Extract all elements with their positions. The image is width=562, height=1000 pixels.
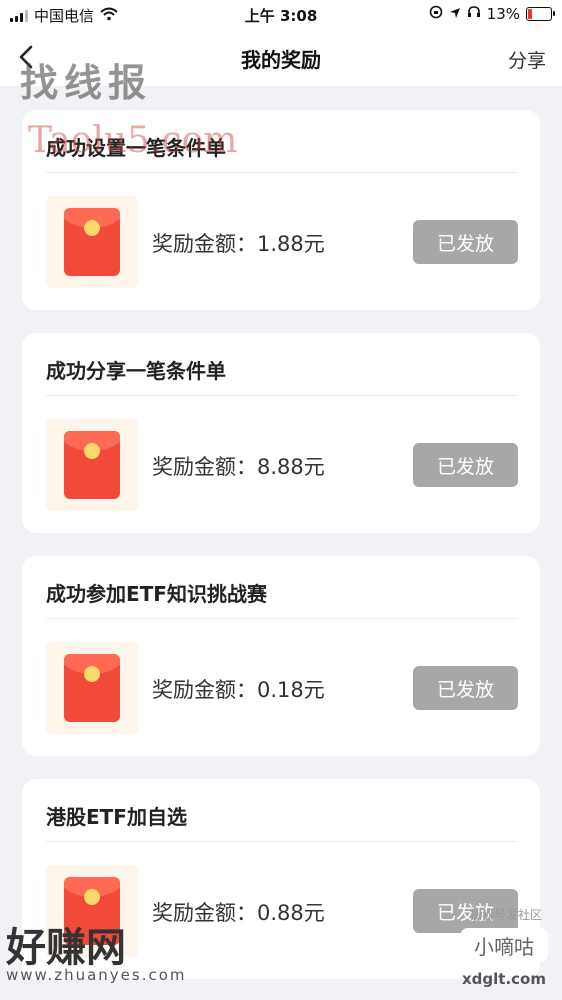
divider <box>46 395 518 396</box>
issued-status-button[interactable]: 已发放 <box>413 443 518 487</box>
share-button[interactable]: 分享 <box>508 46 546 73</box>
watermark-bottom-left-url: www.zhuanyes.com <box>6 966 187 984</box>
red-envelope-icon <box>46 642 138 734</box>
reward-amount: 奖励金额：8.88元 <box>152 451 325 481</box>
divider <box>46 841 518 842</box>
amount-value: 1.88元 <box>257 232 325 256</box>
rotation-lock-icon <box>429 5 443 23</box>
red-envelope-icon <box>46 196 138 288</box>
watermark-bottom-right-url: xdglt.com <box>462 970 546 988</box>
reward-amount: 奖励金额：0.88元 <box>152 897 325 927</box>
amount-label: 奖励金额： <box>152 678 257 702</box>
issued-status-button[interactable]: 已发放 <box>413 666 518 710</box>
reward-amount: 奖励金额：1.88元 <box>152 228 325 258</box>
amount-value: 0.18元 <box>257 678 325 702</box>
battery-percent: 13% <box>486 5 520 23</box>
reward-amount: 奖励金额：0.18元 <box>152 674 325 704</box>
location-arrow-icon <box>449 5 461 23</box>
red-envelope-icon <box>46 419 138 511</box>
amount-label: 奖励金额： <box>152 232 257 256</box>
divider <box>46 618 518 619</box>
headphones-icon <box>467 5 481 23</box>
amount-value: 0.88元 <box>257 901 325 925</box>
watermark-bottom-left: 好赚网 <box>6 925 126 971</box>
watermark-bottom-right-logo: 小嘀咕 <box>460 928 548 962</box>
issued-status-button[interactable]: 已发放 <box>413 220 518 264</box>
status-bar: 中国电信 上午 3:08 13% <box>0 0 562 30</box>
battery-icon <box>526 7 555 21</box>
reward-title: 成功分享一笔条件单 <box>46 359 226 383</box>
amount-value: 8.88元 <box>257 455 325 479</box>
watermark-bottom-right-caption: 搜狐号发社区 <box>469 908 542 922</box>
status-right: 13% <box>429 5 555 23</box>
watermark-top-left-url: Taolu5.com <box>28 120 238 161</box>
reward-card: 成功参加ETF知识挑战赛 奖励金额：0.18元 已发放 <box>22 556 540 756</box>
watermark-top-left: 找线报 <box>20 61 153 105</box>
reward-card: 成功分享一笔条件单 奖励金额：8.88元 已发放 <box>22 333 540 533</box>
amount-label: 奖励金额： <box>152 455 257 479</box>
amount-label: 奖励金额： <box>152 901 257 925</box>
reward-title: 港股ETF加自选 <box>46 805 187 829</box>
divider <box>46 172 518 173</box>
reward-title: 成功参加ETF知识挑战赛 <box>46 582 267 606</box>
